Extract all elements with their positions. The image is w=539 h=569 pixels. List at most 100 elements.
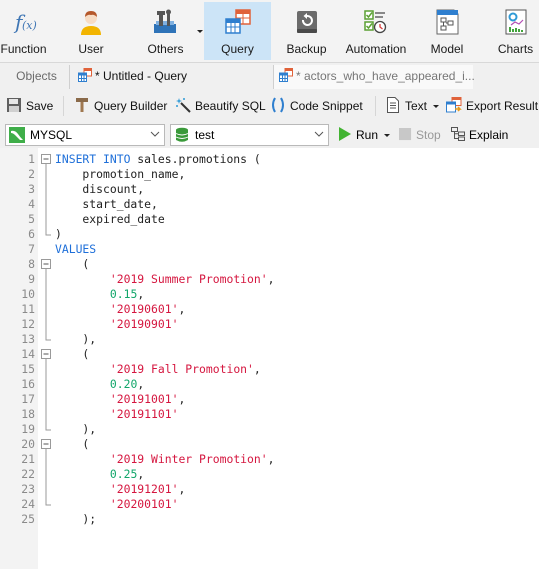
database-select[interactable]: test (170, 124, 329, 146)
text-document-icon (387, 97, 399, 113)
code-line: 10 0.15, (0, 287, 539, 302)
database-select-value: test (195, 128, 215, 142)
query-builder-button[interactable]: Query Builder (74, 96, 167, 116)
sql-text: , (137, 467, 145, 481)
line-number: 15 (21, 362, 35, 376)
line-number: 9 (28, 272, 35, 286)
code-line: 7 VALUES (0, 242, 539, 257)
explain-label: Explain (469, 128, 509, 142)
run-button[interactable]: Run (338, 126, 391, 144)
code-text: ) (55, 227, 62, 242)
run-dropdown-caret-icon[interactable] (384, 134, 391, 137)
ribbon-query-button[interactable]: Query (204, 2, 271, 60)
line-number: 20 (21, 437, 35, 451)
connection-select[interactable]: MYSQL (5, 124, 165, 146)
text-mode-button[interactable]: Text (385, 96, 440, 116)
code-line: 18 '20191101' (0, 407, 539, 422)
fold-collapse-icon[interactable] (41, 152, 52, 167)
sql-string: '2019 Summer Promotion' (109, 272, 268, 286)
ribbon-user-button[interactable]: User (62, 2, 120, 60)
sql-text: , (178, 392, 186, 406)
code-text: expired_date (55, 212, 165, 227)
line-number: 23 (21, 482, 35, 496)
save-button[interactable]: Save (6, 96, 53, 116)
text-mode-label: Text (405, 99, 428, 113)
tab-untitled-query[interactable]: * Untitled - Query (72, 65, 268, 89)
fold-end-marker (45, 422, 51, 431)
tab-objects-label: Objects (16, 69, 57, 83)
code-text: ); (55, 512, 96, 527)
fold-collapse-icon[interactable] (41, 437, 52, 452)
sql-number: 0.20 (109, 377, 138, 391)
code-text: '20190901' (55, 317, 179, 332)
ribbon-backup-label: Backup (286, 42, 327, 56)
sql-text: ( (55, 347, 90, 361)
query-icon (224, 9, 251, 34)
query-builder-label: Query Builder (94, 99, 168, 113)
code-text: VALUES (55, 242, 96, 257)
ribbon-function-button[interactable]: f (x) Function (0, 2, 47, 60)
sql-editor[interactable]: 1 INSERT INTO sales.promotions (2 promoti… (0, 148, 539, 569)
fold-end-marker (45, 227, 51, 236)
sql-keyword: VALUES (55, 242, 97, 256)
database-icon (175, 127, 189, 142)
ribbon-backup-button[interactable]: Backup (278, 2, 335, 60)
beautify-sql-button[interactable]: Beautify SQL (175, 96, 266, 116)
code-text: '20190601', (55, 302, 185, 317)
code-text: 0.20, (55, 377, 144, 392)
code-line: 3 discount, (0, 182, 539, 197)
code-line: 11 '20190601', (0, 302, 539, 317)
code-text: '20200101' (55, 497, 179, 512)
ribbon-model-button[interactable]: Model (422, 2, 472, 60)
sql-string: '20190601' (109, 302, 179, 316)
tab-actors-query-label: * actors_who_have_appeared_i... (296, 69, 475, 83)
fold-collapse-icon[interactable] (41, 257, 52, 272)
fold-guide-line (45, 317, 47, 332)
code-text: ( (55, 347, 89, 362)
text-mode-dropdown-caret-icon[interactable] (433, 105, 440, 108)
ribbon-others-button[interactable]: Others (136, 2, 203, 60)
code-line: 8 ( (0, 257, 539, 272)
sql-text: discount, (55, 182, 145, 196)
sql-text: , (137, 377, 145, 391)
ribbon-charts-button[interactable]: Charts (492, 2, 539, 60)
fold-end-marker (45, 332, 51, 341)
export-result-button[interactable]: Export Result (446, 96, 538, 116)
line-number: 10 (21, 287, 35, 301)
sql-string: '2019 Winter Promotion' (109, 452, 268, 466)
tab-objects[interactable]: Objects (4, 65, 70, 89)
toolbar-separator (63, 96, 64, 116)
tab-actors-query[interactable]: * actors_who_have_appeared_i... (273, 65, 475, 89)
others-tools-icon (153, 9, 176, 33)
sql-text: ( (55, 257, 90, 271)
sql-text: expired_date (55, 212, 165, 226)
explain-button[interactable]: Explain (451, 126, 508, 144)
code-line: 19 ), (0, 422, 539, 437)
export-result-label: Export Result (466, 99, 539, 113)
ribbon-automation-button[interactable]: Automation (340, 2, 412, 60)
fold-collapse-icon[interactable] (41, 347, 52, 362)
query-toolbar: Save Query Builder Beautify SQL Code Sni… (0, 90, 539, 122)
code-area[interactable]: 1 INSERT INTO sales.promotions (2 promoti… (0, 152, 539, 527)
backup-icon (296, 11, 317, 33)
sql-keyword: INSERT INTO (55, 152, 131, 166)
code-line: 5 expired_date (0, 212, 539, 227)
line-number: 11 (21, 302, 35, 316)
fold-guide-line (45, 197, 47, 212)
fold-guide-line (45, 467, 47, 482)
fold-guide-line (45, 167, 47, 182)
code-snippet-button[interactable]: Code Snippet (270, 96, 363, 116)
code-line: 12 '20190901' (0, 317, 539, 332)
code-line: 24 '20200101' (0, 497, 539, 512)
others-dropdown-caret-icon[interactable] (197, 30, 203, 33)
stop-button[interactable]: Stop (399, 126, 441, 144)
